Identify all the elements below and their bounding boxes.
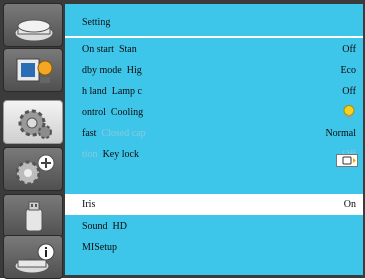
lightbulb-icon	[343, 105, 355, 118]
menu-row-label: On start Stan	[82, 44, 137, 55]
menu-row-label: h land Lamp c	[82, 86, 142, 97]
menu-title: Setting	[82, 17, 111, 28]
title-divider	[65, 36, 363, 38]
setting-menu-panel: Setting On start Stan Off dby mode Hig E…	[65, 4, 363, 275]
projector-info-icon	[14, 243, 55, 274]
menu-row-high-land[interactable]: h land Lamp c Off	[65, 81, 363, 102]
menu-row-value: Off	[342, 86, 356, 97]
menu-row-value: Normal	[325, 128, 356, 139]
menu-row-label: tion Key lock	[82, 149, 139, 160]
tab-info[interactable]	[3, 235, 63, 279]
tab-projector[interactable]	[3, 3, 63, 47]
menu-row-standby-mode[interactable]: dby mode Hig Eco	[65, 60, 363, 81]
menu-row-value: Off	[342, 44, 356, 55]
menu-row-sound[interactable]: Sound HD	[65, 216, 363, 237]
menu-row-label: fast Closed cap	[82, 128, 146, 139]
projector-icon	[14, 19, 54, 42]
menu-row-label: MISetup	[82, 242, 117, 253]
display-picture-icon	[16, 58, 53, 83]
menu-row-label: Iris	[82, 199, 96, 210]
menu-row-label: dby mode Hig	[82, 65, 142, 76]
usb-icon	[25, 201, 43, 232]
tab-expand[interactable]	[3, 147, 63, 191]
menu-row-lamp-control[interactable]: ontrol Cooling	[65, 102, 363, 123]
menu-row-on-start[interactable]: On start Stan Off	[65, 39, 363, 60]
tab-usb[interactable]	[3, 194, 63, 238]
menu-row-setup[interactable]: MISetup	[65, 237, 363, 258]
tab-setting[interactable]	[3, 100, 63, 144]
gear-icon	[18, 109, 52, 139]
menu-row-value: On	[343, 199, 356, 210]
tab-display[interactable]	[3, 48, 63, 92]
menu-row-value: Eco	[340, 65, 356, 76]
menu-window: Setting On start Stan Off dby mode Hig E…	[0, 0, 365, 279]
menu-row-label: ontrol Cooling	[82, 107, 144, 118]
menu-row-fast-start[interactable]: fast Closed cap Normal	[65, 123, 363, 144]
menu-sidebar	[3, 3, 63, 279]
select-key-icon	[336, 154, 358, 167]
gears-plus-icon	[15, 154, 55, 186]
menu-row-key-lock[interactable]: tion Key lock Off	[65, 144, 363, 165]
menu-row-label: Sound HD	[82, 221, 128, 232]
menu-row-iris[interactable]: Iris On	[65, 194, 363, 215]
